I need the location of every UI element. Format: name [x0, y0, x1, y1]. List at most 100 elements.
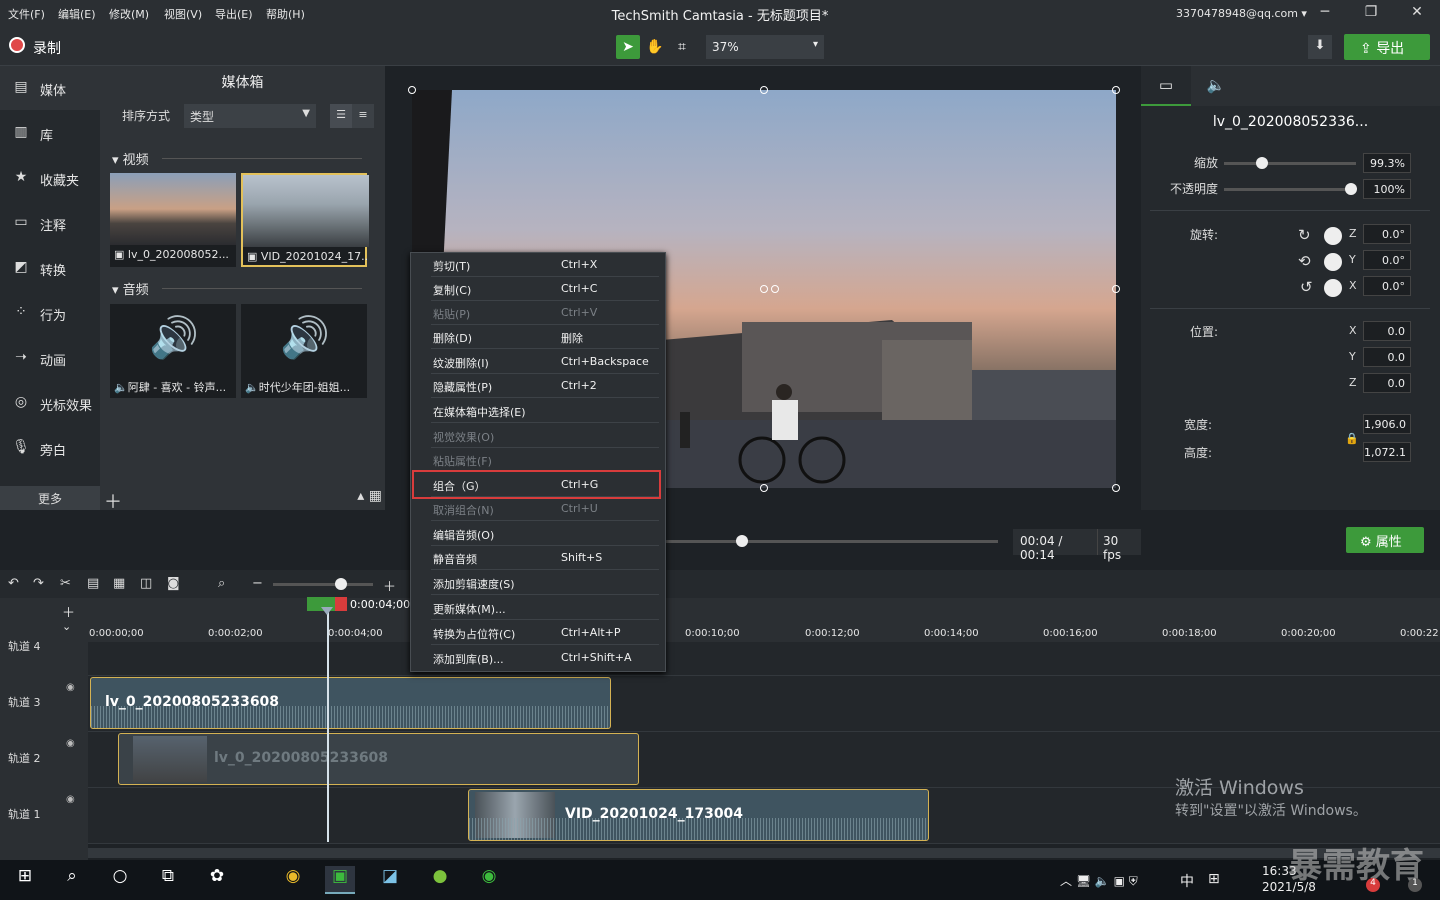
media-thumb-audio-1[interactable]: 🔊 🔈阿肆 - 喜欢 - 铃声... — [110, 304, 236, 398]
undo-icon[interactable]: ↶ — [8, 576, 19, 591]
details-view-icon[interactable]: ☰ — [330, 104, 352, 128]
zoom-out-icon[interactable]: − — [252, 576, 263, 591]
opacity-field[interactable]: 100% — [1363, 179, 1411, 199]
scrub-slider[interactable] — [666, 540, 998, 543]
context-menu-item[interactable]: 复制(C) Ctrl+C — [411, 277, 667, 301]
horizontal-scrollbar[interactable] — [88, 848, 1440, 858]
scale-field[interactable]: 99.3% — [1363, 153, 1411, 173]
timeline-clip[interactable]: lv_0_20200805233608 — [90, 677, 611, 729]
rotation-z-field[interactable]: 0.0° — [1363, 224, 1411, 244]
video-section[interactable]: ▾ 视频 — [112, 149, 149, 168]
timeline-zoom-slider[interactable] — [273, 583, 373, 586]
scale-slider[interactable] — [1224, 162, 1356, 165]
context-menu-item[interactable]: 转换为占位符(C) Ctrl+Alt+P — [411, 621, 667, 645]
task-view-icon[interactable]: ⧉ — [153, 866, 183, 894]
search-icon[interactable]: ⌕ — [218, 576, 225, 591]
resize-handle[interactable] — [408, 86, 416, 94]
resize-handle[interactable] — [1112, 484, 1120, 492]
grid-view-icon[interactable]: ▴ ▦ — [352, 488, 382, 508]
download-icon[interactable]: ⬇ — [1308, 35, 1332, 59]
redo-icon[interactable]: ↷ — [33, 576, 44, 591]
sort-select[interactable]: 类型 ▼ — [184, 104, 316, 128]
position-x-field[interactable]: 0.0 — [1363, 321, 1411, 341]
menu-view[interactable]: 视图(V) — [164, 6, 202, 22]
media-thumb-video-1[interactable]: ▣ lv_0_202008052... — [110, 173, 236, 267]
camtasia-icon[interactable]: ▣ — [325, 866, 355, 894]
export-button[interactable]: ⇪ 导出 — [1344, 34, 1430, 60]
sidebar-item-behaviors[interactable]: ⁘ 行为 — [0, 291, 100, 335]
opacity-slider-knob[interactable] — [1345, 183, 1357, 195]
context-menu-item[interactable]: 隐藏属性(P) Ctrl+2 — [411, 374, 667, 398]
app-icon[interactable]: ◉ — [474, 866, 504, 894]
resize-handle[interactable] — [1112, 285, 1120, 293]
sort-order-icon[interactable]: ≡ — [352, 104, 374, 128]
account-menu[interactable]: 3370478948@qq.com ▾ — [1176, 7, 1307, 20]
context-menu-item[interactable]: 添加剪辑速度(S) — [411, 571, 667, 595]
collapse-tracks-icon[interactable]: ⌄ — [62, 620, 71, 633]
width-field[interactable]: 1,906.0 — [1363, 414, 1411, 434]
app-icon[interactable]: ✿ — [202, 866, 232, 894]
sidebar-item-favorites[interactable]: ★ 收藏夹 — [0, 156, 100, 200]
add-track-icon[interactable]: ＋ — [62, 602, 75, 621]
select-tool-icon[interactable]: ➤ — [616, 35, 640, 59]
menu-modify[interactable]: 修改(M) — [109, 6, 149, 22]
menu-help[interactable]: 帮助(H) — [266, 6, 305, 22]
position-y-field[interactable]: 0.0 — [1363, 347, 1411, 367]
menu-file[interactable]: 文件(F) — [8, 6, 45, 22]
context-menu-item[interactable]: 静音音频 Shift+S — [411, 546, 667, 570]
resize-handle[interactable] — [1112, 86, 1120, 94]
timeline-zoom-knob[interactable] — [335, 578, 347, 590]
app-icon[interactable]: ● — [425, 866, 455, 894]
minimize-icon[interactable]: ─ — [1314, 4, 1336, 24]
rotate-handle[interactable] — [760, 285, 768, 293]
menu-edit[interactable]: 编辑(E) — [58, 6, 96, 22]
track-4-row[interactable] — [88, 642, 1440, 676]
search-icon[interactable]: ⌕ — [57, 866, 87, 894]
menu-export[interactable]: 导出(E) — [215, 6, 253, 22]
cortana-icon[interactable]: ○ — [105, 866, 135, 894]
lock-icon[interactable]: 🔒 — [1345, 432, 1359, 445]
notes-icon[interactable]: ◪ — [375, 866, 405, 894]
tray-icons[interactable]: ︿ 🖥 🔈 ▣ ⛨ — [1060, 872, 1138, 889]
sidebar-item-animations[interactable]: ➝ 动画 — [0, 336, 100, 380]
record-button[interactable]: 录制 — [33, 38, 61, 58]
timeline-clip[interactable]: lv_0_20200805233608 — [118, 733, 639, 785]
rotate-z-dial[interactable] — [1324, 227, 1342, 245]
sidebar-item-voice[interactable]: 🎙 旁白 — [0, 426, 100, 470]
zoom-select[interactable]: 37% ▾ — [706, 35, 824, 59]
eye-icon[interactable]: ◉ — [66, 794, 75, 805]
context-menu-item[interactable]: 纹波删除(I) Ctrl+Backspace — [411, 350, 667, 374]
position-z-field[interactable]: 0.0 — [1363, 373, 1411, 393]
rotation-y-field[interactable]: 0.0° — [1363, 250, 1411, 270]
chrome-icon[interactable]: ◉ — [278, 866, 308, 894]
keyboard-icon[interactable]: ⊞ — [1208, 871, 1220, 887]
sidebar-item-library[interactable]: ▥ 库 — [0, 111, 100, 155]
eye-icon[interactable]: ◉ — [66, 682, 75, 693]
timeline-clip[interactable]: VID_20201024_173004 — [468, 789, 929, 841]
paste-icon[interactable]: ▦ — [113, 576, 125, 591]
snapshot-icon[interactable]: ◙ — [167, 576, 180, 591]
rotation-x-field[interactable]: 0.0° — [1363, 276, 1411, 296]
media-thumb-audio-2[interactable]: 🔊 🔈时代少年团-姐姐... — [241, 304, 367, 398]
playhead-handle[interactable] — [307, 597, 347, 615]
zoom-in-icon[interactable]: ＋ — [383, 576, 396, 595]
resize-handle[interactable] — [760, 484, 768, 492]
context-menu-item[interactable]: 编辑音频(O) — [411, 522, 667, 546]
sidebar-item-media[interactable]: ▤ 媒体 — [0, 66, 100, 110]
record-icon[interactable] — [9, 37, 25, 53]
context-menu-item[interactable]: 在媒体箱中选择(E) — [411, 399, 667, 423]
pan-tool-icon[interactable]: ✋ — [643, 35, 667, 59]
eye-icon[interactable]: ◉ — [66, 738, 75, 749]
scrub-knob[interactable] — [736, 535, 748, 547]
context-menu-item[interactable]: 更新媒体(M)... — [411, 596, 667, 620]
audio-section[interactable]: ▾ 音频 — [112, 279, 149, 298]
timeline-ruler[interactable] — [88, 598, 1440, 642]
close-icon[interactable]: ✕ — [1406, 4, 1428, 24]
rotate-handle[interactable] — [771, 285, 779, 293]
cut-icon[interactable]: ✂ — [60, 576, 71, 591]
split-icon[interactable]: ◫ — [140, 576, 152, 591]
context-menu-item[interactable]: 剪切(T) Ctrl+X — [411, 253, 667, 277]
scale-slider-knob[interactable] — [1255, 157, 1268, 169]
sidebar-item-annotations[interactable]: ▭ 注释 — [0, 201, 100, 245]
rotate-x-dial[interactable] — [1324, 279, 1342, 297]
